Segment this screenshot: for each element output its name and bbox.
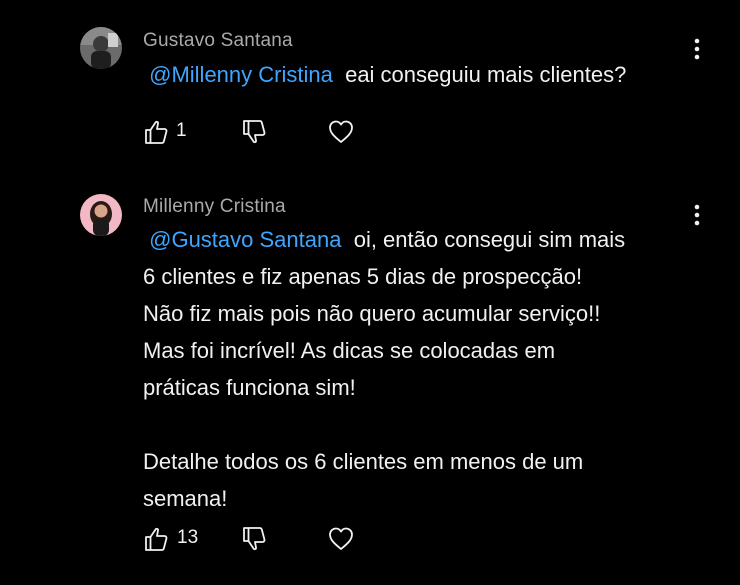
heart-icon (329, 120, 353, 143)
heart-icon (329, 527, 353, 550)
dislike-button[interactable] (241, 524, 269, 554)
avatar-gustavo[interactable] (80, 27, 122, 69)
comment-actions: 13 (143, 524, 383, 554)
heart-button[interactable] (327, 117, 355, 147)
heart-button[interactable] (327, 524, 355, 554)
comment-gustavo: Gustavo Santana @Millenny Cristina eai c… (0, 0, 740, 170)
comment-body-first-line: oi, então consegui sim mais (353, 227, 626, 252)
like-button[interactable]: 1 (143, 117, 193, 147)
thumbs-up-icon (145, 120, 168, 144)
comment-author[interactable]: Millenny Cristina (143, 196, 286, 218)
like-count: 13 (177, 527, 199, 548)
thumbs-down-icon (243, 527, 266, 551)
mention-link[interactable]: @Millenny Cristina (149, 62, 333, 87)
like-count: 1 (176, 120, 187, 141)
like-button[interactable]: 13 (143, 524, 203, 554)
thumbs-up-icon (145, 527, 168, 551)
comment-body: 6 clientes e fiz apenas 5 dias de prospe… (143, 264, 601, 511)
comment-millenny: Millenny Cristina @Gustavo Santana oi, e… (0, 170, 740, 585)
avatar-millenny[interactable] (80, 194, 122, 236)
comment-text: @Gustavo Santana oi, então consegui sim … (143, 221, 703, 517)
thumbs-down-icon (243, 120, 266, 144)
comment-actions: 1 (143, 117, 383, 147)
dislike-button[interactable] (241, 117, 269, 147)
mention-link[interactable]: @Gustavo Santana (149, 227, 341, 252)
comment-body: eai conseguiu mais clientes? (345, 62, 627, 87)
comment-author[interactable]: Gustavo Santana (143, 30, 293, 52)
comment-text: @Millenny Cristina eai conseguiu mais cl… (143, 56, 703, 93)
